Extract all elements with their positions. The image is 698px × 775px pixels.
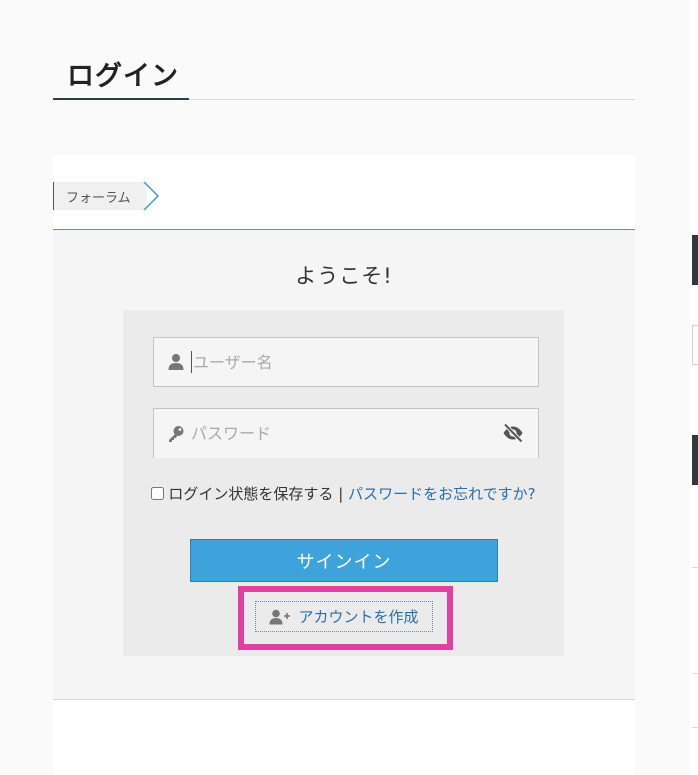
title-underline: [53, 98, 189, 100]
sidebar-divider: [692, 673, 698, 674]
page-title: ログイン: [67, 61, 179, 92]
remember-label[interactable]: ログイン状態を保存する: [168, 485, 333, 503]
create-account-label: アカウントを作成: [298, 608, 419, 626]
separator: |: [338, 485, 344, 503]
right-sidebar: [690, 0, 698, 775]
signin-button[interactable]: サインイン: [190, 539, 498, 582]
sidebar-divider: [692, 567, 698, 568]
username-field[interactable]: [153, 337, 539, 387]
username-input[interactable]: [193, 347, 483, 377]
breadcrumb: フォーラム: [53, 155, 635, 230]
forum-card: フォーラム ようこそ! ユーザー名 ログイン状態を保存する | パスワードをお忘…: [53, 155, 635, 775]
eye-slash-icon[interactable]: [502, 422, 524, 444]
sidebar-widget-header: [692, 235, 698, 285]
password-input[interactable]: [191, 418, 481, 449]
key-icon: [169, 425, 184, 442]
page-header: ログイン: [53, 48, 635, 100]
sidebar-divider: [692, 727, 698, 728]
welcome-heading: ようこそ!: [295, 264, 393, 288]
create-account-button[interactable]: アカウントを作成: [255, 601, 433, 632]
user-icon: [168, 354, 184, 370]
user-plus-icon: [269, 609, 291, 624]
remember-checkbox[interactable]: [151, 487, 165, 500]
sidebar-widget-header: [692, 435, 698, 485]
text-caret: [191, 351, 192, 373]
sidebar-search-box[interactable]: [692, 325, 698, 365]
chevron-right-icon: [143, 181, 160, 211]
login-area: ようこそ! ユーザー名 ログイン状態を保存する | パスワードをお忘れですか? …: [53, 230, 635, 700]
password-field[interactable]: [153, 408, 539, 458]
breadcrumb-item-forum[interactable]: フォーラム: [53, 182, 147, 210]
remember-row: ログイン状態を保存する | パスワードをお忘れですか?: [123, 482, 564, 507]
forgot-password-link[interactable]: パスワードをお忘れですか?: [348, 485, 536, 503]
login-form: ログイン状態を保存する | パスワードをお忘れですか? サインイン アカウントを…: [123, 310, 564, 656]
